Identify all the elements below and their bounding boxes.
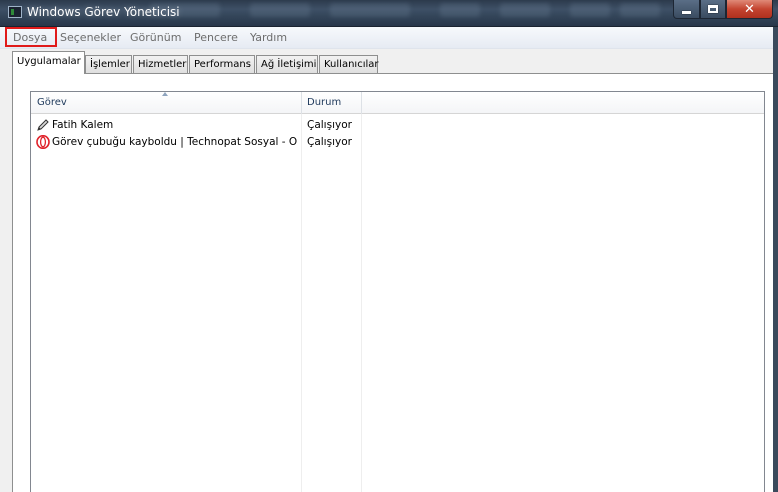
opera-icon xyxy=(36,135,50,149)
maximize-icon xyxy=(708,5,718,13)
list-header: Görev Durum xyxy=(31,92,764,114)
tab-processes[interactable]: İşlemler xyxy=(85,55,132,74)
list-item[interactable]: Fatih Kalem Çalışıyor xyxy=(31,117,764,134)
window-title: Windows Görev Yöneticisi xyxy=(27,5,180,19)
pen-icon xyxy=(37,119,49,131)
task-name: Fatih Kalem xyxy=(52,119,114,131)
column-separator[interactable] xyxy=(361,92,362,114)
tab-networking[interactable]: Ağ İletişimi xyxy=(256,55,318,74)
menu-bar: Dosya Seçenekler Görünüm Pencere Yardım xyxy=(0,27,773,49)
minimize-button[interactable] xyxy=(673,0,700,19)
column-header-status[interactable]: Durum xyxy=(307,97,341,108)
menu-help[interactable]: Yardım xyxy=(250,31,287,44)
close-icon: ✕ xyxy=(744,1,755,17)
task-status: Çalışıyor xyxy=(307,136,352,148)
column-separator[interactable] xyxy=(301,92,302,114)
sort-ascending-icon xyxy=(162,92,168,96)
task-list[interactable]: Görev Durum Fatih Kalem Çalışıyor Görev … xyxy=(30,91,765,492)
task-manager-icon xyxy=(8,6,22,18)
task-manager-window: Dosya Seçenekler Görünüm Pencere Yardım … xyxy=(0,27,773,492)
list-item[interactable]: Görev çubuğu kayboldu | Technopat Sosyal… xyxy=(31,134,764,151)
column-header-task[interactable]: Görev xyxy=(37,97,67,108)
menu-view[interactable]: Görünüm xyxy=(130,31,181,44)
column-divider xyxy=(361,114,362,492)
tab-applications[interactable]: Uygulamalar xyxy=(12,51,85,74)
tab-users[interactable]: Kullanıcılar xyxy=(319,55,379,74)
applications-panel: Görev Durum Fatih Kalem Çalışıyor Görev … xyxy=(12,73,773,492)
tab-services[interactable]: Hizmetler xyxy=(133,55,188,74)
minimize-icon xyxy=(682,10,691,14)
tab-strip: Uygulamalar İşlemler Hizmetler Performan… xyxy=(0,49,773,74)
menu-options[interactable]: Seçenekler xyxy=(60,31,121,44)
title-bar[interactable]: Windows Görev Yöneticisi ✕ xyxy=(0,0,778,27)
task-name: Görev çubuğu kayboldu | Technopat Sosyal… xyxy=(52,136,297,148)
close-button[interactable]: ✕ xyxy=(726,0,773,19)
highlight-box xyxy=(5,27,57,47)
menu-window[interactable]: Pencere xyxy=(194,31,238,44)
tab-performance[interactable]: Performans xyxy=(189,55,255,74)
column-divider xyxy=(301,114,302,492)
maximize-button[interactable] xyxy=(700,0,726,19)
task-status: Çalışıyor xyxy=(307,119,352,131)
